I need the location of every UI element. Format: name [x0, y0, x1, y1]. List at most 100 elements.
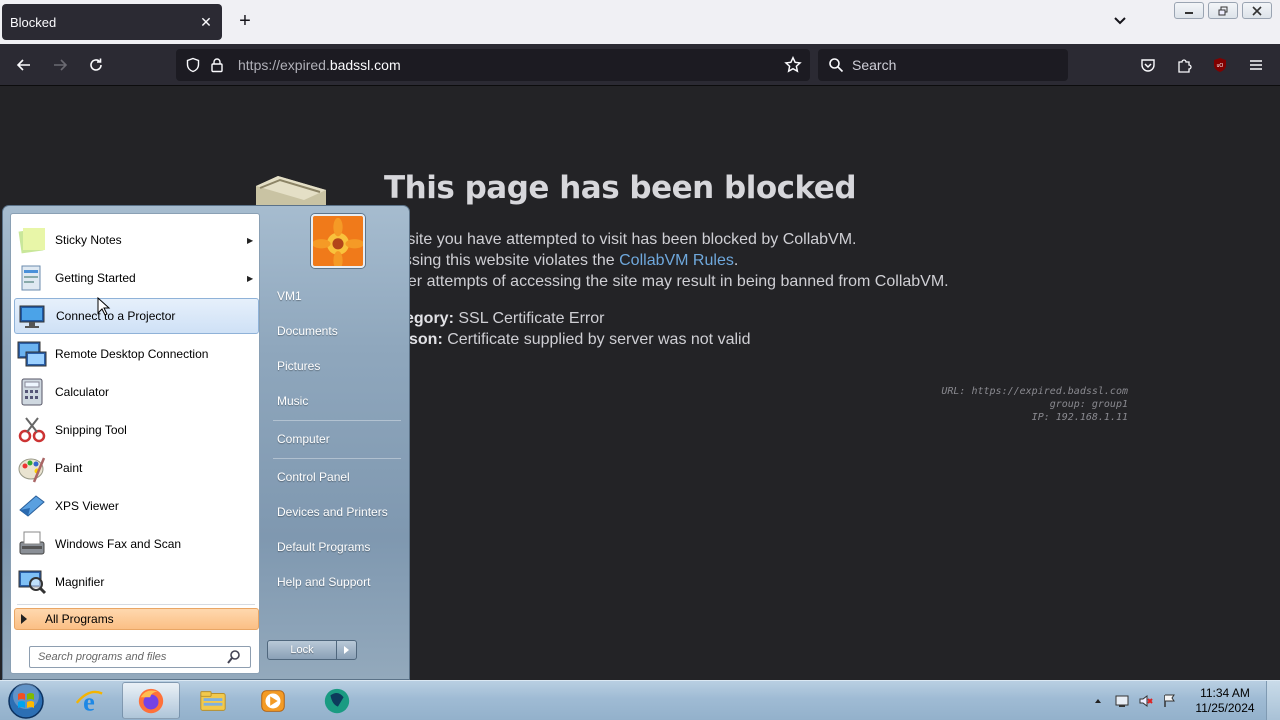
extensions-puzzle-icon[interactable]: [1172, 53, 1196, 77]
blocked-message-line-3: her attempts of accessing the site may r…: [399, 273, 949, 290]
url-prefix: https://expired.: [238, 57, 330, 73]
start-link-vm1[interactable]: VM1: [267, 281, 405, 311]
collabvm-rules-link[interactable]: CollabVM Rules: [619, 252, 734, 269]
submenu-arrow-icon: ▶: [247, 235, 254, 245]
meta-url: URL: https://expired.badssl.com: [941, 386, 1128, 397]
search-box[interactable]: [818, 49, 1068, 81]
getting-started-icon: [21, 265, 41, 291]
show-desktop-button[interactable]: [1266, 681, 1280, 720]
back-arrow-icon[interactable]: [12, 53, 36, 77]
start-item-paint[interactable]: Paint: [14, 450, 259, 486]
submenu-arrow-icon: ▶: [247, 273, 254, 283]
start-item-sticky-notes[interactable]: Sticky Notes ▶: [14, 222, 259, 258]
address-bar[interactable]: https://expired.badssl.com: [176, 49, 810, 81]
browser-nav-bar: https://expired.badssl.com uO: [0, 44, 1280, 86]
action-center-flag-icon[interactable]: [1112, 691, 1132, 711]
taskbar-internet-explorer[interactable]: e: [60, 682, 118, 719]
show-hidden-icons-arrow-icon[interactable]: [1088, 691, 1108, 711]
minimize-button[interactable]: [1174, 2, 1204, 19]
window-controls: [1174, 2, 1272, 19]
start-link-default-programs[interactable]: Default Programs: [267, 532, 405, 562]
new-tab-button[interactable]: +: [236, 11, 254, 31]
lock-button[interactable]: Lock: [268, 641, 336, 659]
firefox-icon: [138, 688, 164, 713]
snipping-tool-icon: [18, 417, 46, 443]
start-menu-programs-pane: Sticky Notes ▶ Getting Started ▶ Connect…: [10, 213, 260, 674]
blocked-message-line-2: essing this website violates the CollabV…: [395, 252, 739, 269]
start-item-calculator[interactable]: Calculator: [14, 374, 259, 410]
list-all-tabs-chevron-icon[interactable]: [1112, 12, 1128, 30]
internet-explorer-icon: e: [75, 687, 103, 716]
meta-group: group: group1: [1049, 399, 1128, 410]
pocket-icon[interactable]: [1136, 53, 1160, 77]
start-right-separator: [273, 458, 401, 459]
start-item-xps-viewer[interactable]: XPS Viewer: [14, 488, 259, 524]
padlock-icon[interactable]: [206, 54, 228, 76]
url-domain: badssl.com: [329, 57, 401, 73]
lock-button-group: Lock: [267, 640, 357, 660]
start-link-computer[interactable]: Computer: [267, 424, 405, 454]
restore-button[interactable]: [1208, 2, 1238, 19]
bookmark-star-icon[interactable]: [782, 54, 804, 76]
search-icon: [829, 58, 844, 73]
category-line: egory: SSL Certificate Error: [405, 310, 605, 327]
taskbar-firefox[interactable]: [122, 682, 180, 719]
start-menu-separator: [17, 604, 255, 605]
blocked-message-line-1: website you have attempted to visit has …: [378, 231, 857, 248]
start-link-music[interactable]: Music: [267, 386, 405, 416]
volume-muted-icon[interactable]: [1136, 691, 1156, 711]
clock[interactable]: 11:34 AM 11/25/2024: [1190, 686, 1260, 716]
paint-icon: [18, 457, 46, 483]
file-explorer-icon: [200, 690, 226, 711]
tab-blocked[interactable]: Blocked ✕: [2, 4, 222, 40]
shutdown-options-arrow-icon[interactable]: [336, 641, 356, 659]
meta-ip: IP: 192.168.1.11: [1031, 412, 1128, 423]
media-player-icon: [261, 689, 285, 712]
start-search-box[interactable]: [29, 646, 251, 668]
taskbar-file-explorer[interactable]: [184, 682, 242, 719]
user-account-picture[interactable]: [311, 214, 365, 268]
start-item-connect-projector[interactable]: Connect to a Projector: [14, 298, 259, 334]
tab-title: Blocked: [10, 14, 57, 30]
start-item-remote-desktop[interactable]: Remote Desktop Connection: [14, 336, 259, 372]
remote-desktop-icon: [17, 341, 47, 367]
taskbar-collabvm[interactable]: [308, 682, 366, 719]
taskbar-media-player[interactable]: [244, 682, 302, 719]
system-tray: 11:34 AM 11/25/2024: [1086, 681, 1280, 720]
start-item-snipping-tool[interactable]: Snipping Tool: [14, 412, 259, 448]
all-programs-arrow-icon: [21, 614, 27, 624]
clock-time: 11:34 AM: [1200, 686, 1250, 700]
tab-close-icon[interactable]: ✕: [198, 14, 214, 31]
start-right-separator: [273, 420, 401, 421]
start-item-getting-started[interactable]: Getting Started ▶: [14, 260, 259, 296]
start-link-control-panel[interactable]: Control Panel: [267, 462, 405, 492]
magnifier-icon: [18, 570, 47, 595]
close-window-button[interactable]: [1242, 2, 1272, 19]
search-icon[interactable]: [226, 649, 242, 665]
tracking-protection-shield-icon[interactable]: [182, 54, 204, 76]
start-item-magnifier[interactable]: Magnifier: [14, 564, 259, 600]
start-link-pictures[interactable]: Pictures: [267, 351, 405, 381]
start-menu: Sticky Notes ▶ Getting Started ▶ Connect…: [2, 205, 410, 680]
browser-tab-strip: Blocked ✕ +: [0, 0, 1280, 44]
reason-line: son: Certificate supplied by server was …: [409, 331, 751, 348]
network-icon[interactable]: [1160, 691, 1180, 711]
fax-scan-icon: [19, 531, 45, 555]
reload-icon[interactable]: [84, 53, 108, 77]
forward-arrow-icon[interactable]: [48, 53, 72, 77]
start-link-help-support[interactable]: Help and Support: [267, 567, 405, 597]
start-item-fax-scan[interactable]: Windows Fax and Scan: [14, 526, 259, 562]
ublock-origin-icon[interactable]: uO: [1208, 53, 1232, 77]
xps-viewer-icon: [19, 495, 45, 517]
url-text[interactable]: https://expired.badssl.com: [238, 57, 776, 73]
all-programs-button[interactable]: All Programs: [14, 608, 259, 630]
search-input[interactable]: [852, 57, 1052, 73]
start-search-input[interactable]: [30, 651, 222, 663]
menu-hamburger-icon[interactable]: [1244, 53, 1268, 77]
page-title: This page has been blocked: [384, 170, 857, 206]
calculator-icon: [21, 378, 43, 406]
windows-start-orb-icon[interactable]: [6, 682, 46, 720]
start-link-documents[interactable]: Documents: [267, 316, 405, 346]
taskbar: e 11:34 AM 11/25/2024: [0, 680, 1280, 720]
start-link-devices-printers[interactable]: Devices and Printers: [267, 497, 405, 527]
